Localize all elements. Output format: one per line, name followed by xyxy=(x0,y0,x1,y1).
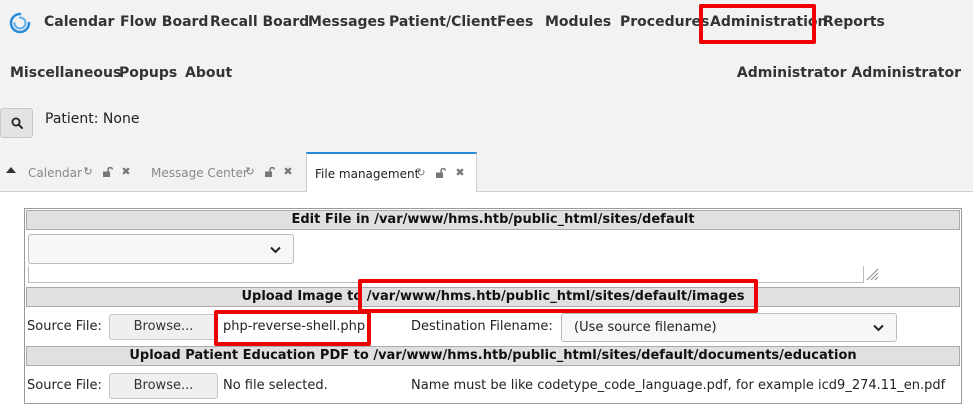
nav-miscellaneous[interactable]: Miscellaneous xyxy=(10,65,121,81)
refresh-icon[interactable]: ↻ xyxy=(244,166,256,178)
user-name[interactable]: Administrator Administrator xyxy=(737,65,961,81)
refresh-icon[interactable]: ↻ xyxy=(82,166,94,178)
destination-filename-label: Destination Filename: xyxy=(411,319,553,334)
refresh-icon[interactable]: ↻ xyxy=(415,167,427,179)
nav-administration[interactable]: Administration xyxy=(710,14,827,30)
edit-file-select[interactable] xyxy=(28,234,294,264)
tab-label: Message Center xyxy=(151,166,248,180)
nav-about[interactable]: About xyxy=(185,65,232,81)
resize-handle-icon[interactable] xyxy=(863,265,879,281)
browse-image-button[interactable]: Browse... xyxy=(109,314,218,340)
collapse-arrow-icon[interactable] xyxy=(6,167,16,173)
unlock-icon[interactable] xyxy=(263,166,275,178)
tab-calendar[interactable]: Calendar ↻ ✖ xyxy=(20,152,144,192)
pdf-source-file-label: Source File: xyxy=(27,378,102,393)
top-navigation: Calendar Flow Board Recall Board Message… xyxy=(0,0,973,152)
nav-reports[interactable]: Reports xyxy=(823,14,885,30)
tab-label: File management xyxy=(315,167,420,181)
close-icon[interactable]: ✖ xyxy=(282,166,294,178)
source-file-label: Source File: xyxy=(27,319,102,334)
nav-patient-client[interactable]: Patient/Client xyxy=(389,14,497,30)
pdf-naming-hint: Name must be like codetype_code_language… xyxy=(411,378,946,393)
upload-image-heading-path: /var/www/hms.htb/public_html/sites/defau… xyxy=(366,289,745,304)
unlock-icon[interactable] xyxy=(101,166,113,178)
upload-image-heading-prefix: Upload Image to xyxy=(241,289,367,304)
edit-file-heading: Edit File in /var/www/hms.htb/public_htm… xyxy=(26,210,960,230)
file-management-panel: Edit File in /var/www/hms.htb/public_htm… xyxy=(24,208,962,404)
tab-message-center[interactable]: Message Center ↻ ✖ xyxy=(144,152,305,192)
patient-label: Patient: None xyxy=(45,111,140,127)
unlock-icon[interactable] xyxy=(434,167,446,179)
browse-pdf-button[interactable]: Browse... xyxy=(109,373,218,399)
upload-pdf-heading: Upload Patient Education PDF to /var/www… xyxy=(26,346,960,366)
destination-filename-value: (Use source filename) xyxy=(574,320,717,335)
search-button[interactable] xyxy=(0,108,33,138)
chevron-down-icon xyxy=(270,246,281,254)
chevron-down-icon xyxy=(873,324,884,332)
search-icon xyxy=(11,117,23,129)
nav-procedures[interactable]: Procedures xyxy=(620,14,709,30)
upload-image-heading: Upload Image to /var/www/hms.htb/public_… xyxy=(26,287,960,307)
tab-label: Calendar xyxy=(28,166,82,180)
file-content-textarea[interactable] xyxy=(28,266,864,283)
selected-image-file: php-reverse-shell.php xyxy=(223,319,366,334)
nav-recall-board[interactable]: Recall Board xyxy=(210,14,309,30)
pdf-file-status: No file selected. xyxy=(223,378,328,393)
close-icon[interactable]: ✖ xyxy=(120,166,132,178)
nav-messages[interactable]: Messages xyxy=(308,14,385,30)
tab-file-management[interactable]: File management ↻ ✖ xyxy=(306,152,477,192)
nav-fees[interactable]: Fees xyxy=(497,14,533,30)
nav-modules[interactable]: Modules xyxy=(545,14,611,30)
logo-icon[interactable] xyxy=(9,12,31,34)
destination-filename-select[interactable]: (Use source filename) xyxy=(561,313,897,342)
tab-bar: Calendar ↻ ✖ Message Center ↻ ✖ File man… xyxy=(0,152,973,192)
nav-flow-board[interactable]: Flow Board xyxy=(120,14,208,30)
close-icon[interactable]: ✖ xyxy=(454,167,466,179)
nav-calendar[interactable]: Calendar xyxy=(44,14,114,30)
nav-popups[interactable]: Popups xyxy=(119,65,177,81)
